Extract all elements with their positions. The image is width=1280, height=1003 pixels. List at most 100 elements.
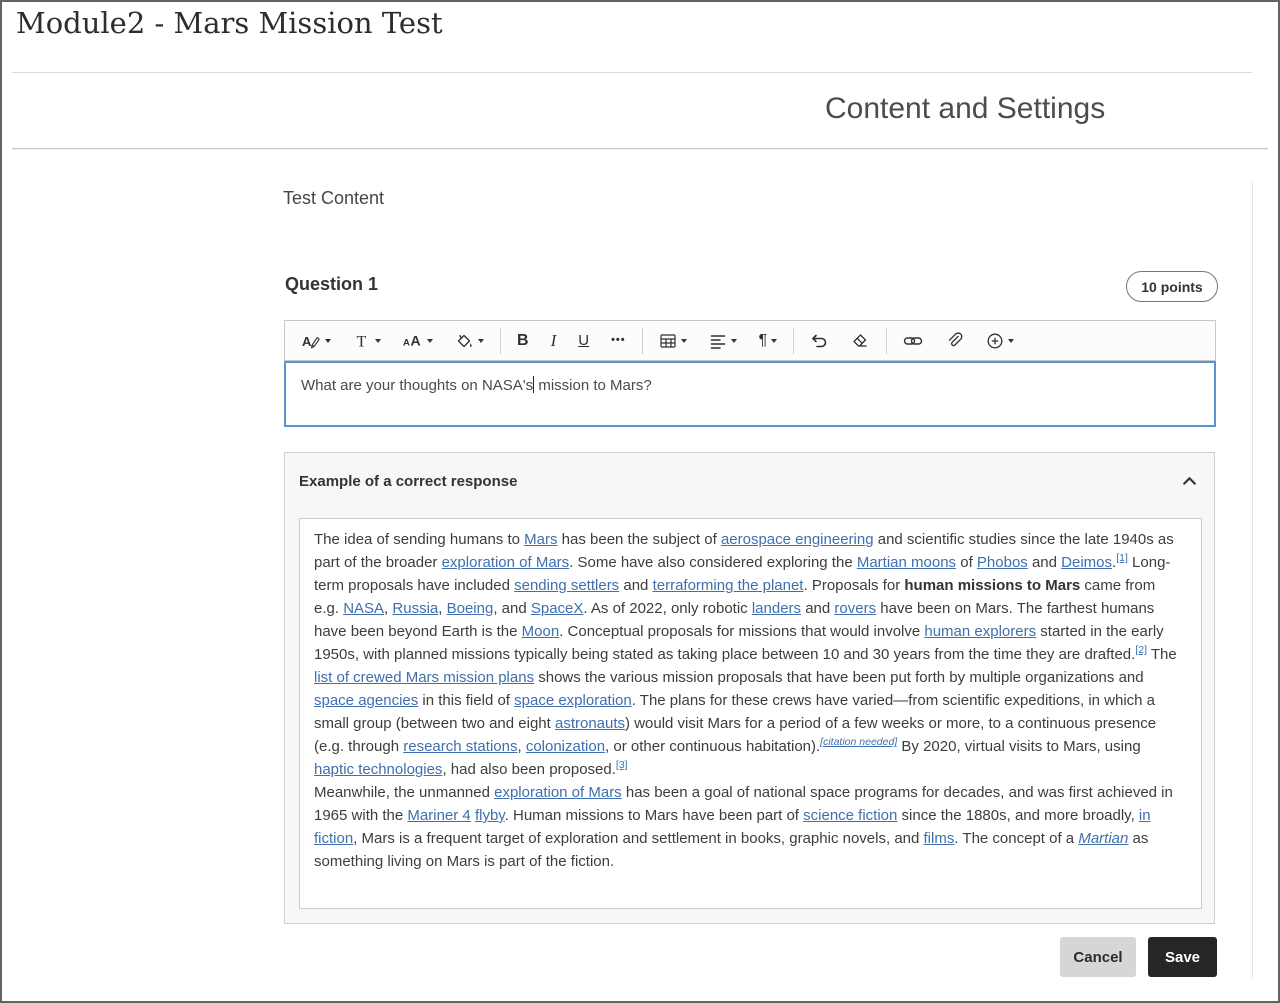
content-link[interactable]: Moon bbox=[522, 623, 560, 640]
panel-divider bbox=[1252, 182, 1253, 979]
content-text: . The concept of a bbox=[954, 830, 1078, 847]
svg-text:A: A bbox=[411, 332, 421, 348]
chevron-down-icon bbox=[771, 339, 777, 343]
toolbar-divider bbox=[642, 328, 643, 354]
chevron-down-icon bbox=[375, 339, 381, 343]
toolbar-align-button[interactable] bbox=[698, 321, 748, 360]
content-text: The idea of sending humans to bbox=[314, 531, 524, 548]
content-text: . Some have also considered exploring th… bbox=[569, 554, 857, 571]
toolbar-underline-button[interactable]: U bbox=[567, 321, 600, 360]
undo-icon bbox=[810, 332, 829, 350]
collapse-example-button[interactable] bbox=[1181, 473, 1198, 490]
question-heading: Question 1 bbox=[285, 274, 378, 295]
content-link[interactable]: astronauts bbox=[555, 715, 625, 732]
chevron-up-icon bbox=[1181, 473, 1198, 490]
content-text: , bbox=[438, 600, 446, 617]
toolbar-attach-button[interactable] bbox=[934, 321, 975, 360]
save-button[interactable]: Save bbox=[1148, 937, 1217, 977]
content-text: , Mars is a frequent target of explorati… bbox=[353, 830, 923, 847]
underline-icon: U bbox=[578, 333, 589, 348]
example-response-text[interactable]: The idea of sending humans to Mars has b… bbox=[299, 518, 1202, 909]
toolbar-divider bbox=[500, 328, 501, 354]
content-text: . Conceptual proposals for missions that… bbox=[559, 623, 924, 640]
content-link[interactable]: space exploration bbox=[514, 692, 632, 709]
chevron-down-icon bbox=[478, 339, 484, 343]
content-link[interactable]: terraforming the planet bbox=[653, 577, 804, 594]
toolbar-highlight-button[interactable] bbox=[444, 321, 495, 360]
points-badge[interactable]: 10 points bbox=[1126, 271, 1218, 302]
content-text: and bbox=[801, 600, 834, 617]
cancel-button[interactable]: Cancel bbox=[1060, 937, 1136, 977]
content-link[interactable]: Boeing bbox=[447, 600, 494, 617]
content-link[interactable]: space agencies bbox=[314, 692, 418, 709]
content-text: . Human missions to Mars have been part … bbox=[505, 807, 803, 824]
content-link[interactable]: science fiction bbox=[803, 807, 897, 824]
toolbar-divider bbox=[793, 328, 794, 354]
content-link[interactable]: rovers bbox=[834, 600, 876, 617]
content-link[interactable]: haptic technologies bbox=[314, 761, 442, 778]
font-size-icon: AA bbox=[403, 332, 423, 350]
question-text: mission to Mars? bbox=[534, 377, 652, 394]
content-text: , or other continuous habitation). bbox=[605, 738, 820, 755]
link-icon bbox=[903, 332, 923, 350]
toolbar-undo-button[interactable] bbox=[799, 321, 840, 360]
content-link[interactable]: [citation needed] bbox=[820, 736, 897, 748]
content-link[interactable]: human explorers bbox=[924, 623, 1036, 640]
content-link[interactable]: [2] bbox=[1135, 644, 1147, 656]
content-link[interactable]: Phobos bbox=[977, 554, 1028, 571]
toolbar-paragraph-button[interactable]: ¶ bbox=[748, 321, 789, 360]
content-link[interactable]: research stations bbox=[403, 738, 517, 755]
content-text: . Proposals for bbox=[803, 577, 904, 594]
insert-content-icon bbox=[986, 332, 1004, 350]
content-link[interactable]: SpaceX bbox=[531, 600, 584, 617]
content-link[interactable]: Martian moons bbox=[857, 554, 956, 571]
content-link[interactable]: exploration of Mars bbox=[442, 554, 570, 571]
content-link[interactable]: landers bbox=[752, 600, 801, 617]
eraser-icon bbox=[851, 332, 870, 350]
content-link[interactable]: exploration of Mars bbox=[494, 784, 622, 801]
content-text: has been the subject of bbox=[557, 531, 720, 548]
paragraph-icon: ¶ bbox=[759, 333, 768, 349]
section-heading: Content and Settings bbox=[825, 92, 1105, 126]
content-link[interactable]: sending settlers bbox=[514, 577, 619, 594]
content-text: and bbox=[619, 577, 652, 594]
fill-color-icon bbox=[455, 332, 474, 350]
toolbar-table-button[interactable] bbox=[648, 321, 698, 360]
section-divider bbox=[12, 148, 1268, 149]
toolbar-more-button[interactable]: ••• bbox=[600, 321, 637, 360]
table-icon bbox=[659, 332, 677, 350]
content-link[interactable]: Deimos bbox=[1061, 554, 1112, 571]
toolbar-link-button[interactable] bbox=[892, 321, 934, 360]
content-link[interactable]: [1] bbox=[1116, 552, 1128, 564]
toolbar-eraser-button[interactable] bbox=[840, 321, 881, 360]
content-link[interactable]: colonization bbox=[526, 738, 605, 755]
content-link[interactable]: Martian bbox=[1078, 830, 1128, 847]
toolbar-insert-button[interactable] bbox=[975, 321, 1025, 360]
editor-toolbar: A T AA BIU ••• ¶ bbox=[284, 320, 1216, 361]
bold-icon: B bbox=[517, 333, 529, 349]
content-link[interactable]: Mars bbox=[524, 531, 557, 548]
content-link[interactable]: Mariner 4 bbox=[407, 807, 470, 824]
content-link[interactable]: list of crewed Mars mission plans bbox=[314, 669, 534, 686]
content-link[interactable]: [3] bbox=[616, 759, 628, 771]
chevron-down-icon bbox=[681, 339, 687, 343]
content-link[interactable]: Russia bbox=[392, 600, 438, 617]
text-style-icon: T bbox=[353, 332, 371, 350]
toolbar-font-size-button[interactable]: AA bbox=[392, 321, 444, 360]
page-title: Module2 - Mars Mission Test bbox=[16, 6, 443, 40]
content-link[interactable]: NASA bbox=[343, 600, 384, 617]
toolbar-italic-button[interactable]: I bbox=[540, 321, 568, 360]
more-options-icon: ••• bbox=[611, 335, 626, 346]
toolbar-text-style-button[interactable]: T bbox=[342, 321, 392, 360]
toolbar-bold-button[interactable]: B bbox=[506, 321, 540, 360]
question-text-editor[interactable]: What are your thoughts on NASA's mission… bbox=[284, 361, 1216, 427]
example-response-panel: Example of a correct response The idea o… bbox=[284, 452, 1215, 924]
svg-text:A: A bbox=[302, 334, 312, 349]
content-link[interactable]: films bbox=[924, 830, 955, 847]
content-text: shows the various mission proposals that… bbox=[534, 669, 1144, 686]
content-text: Meanwhile, the unmanned bbox=[314, 784, 494, 801]
example-response-header: Example of a correct response bbox=[299, 473, 1198, 490]
toolbar-text-color-button[interactable]: A bbox=[291, 321, 342, 360]
content-link[interactable]: aerospace engineering bbox=[721, 531, 874, 548]
content-link[interactable]: flyby bbox=[475, 807, 505, 824]
